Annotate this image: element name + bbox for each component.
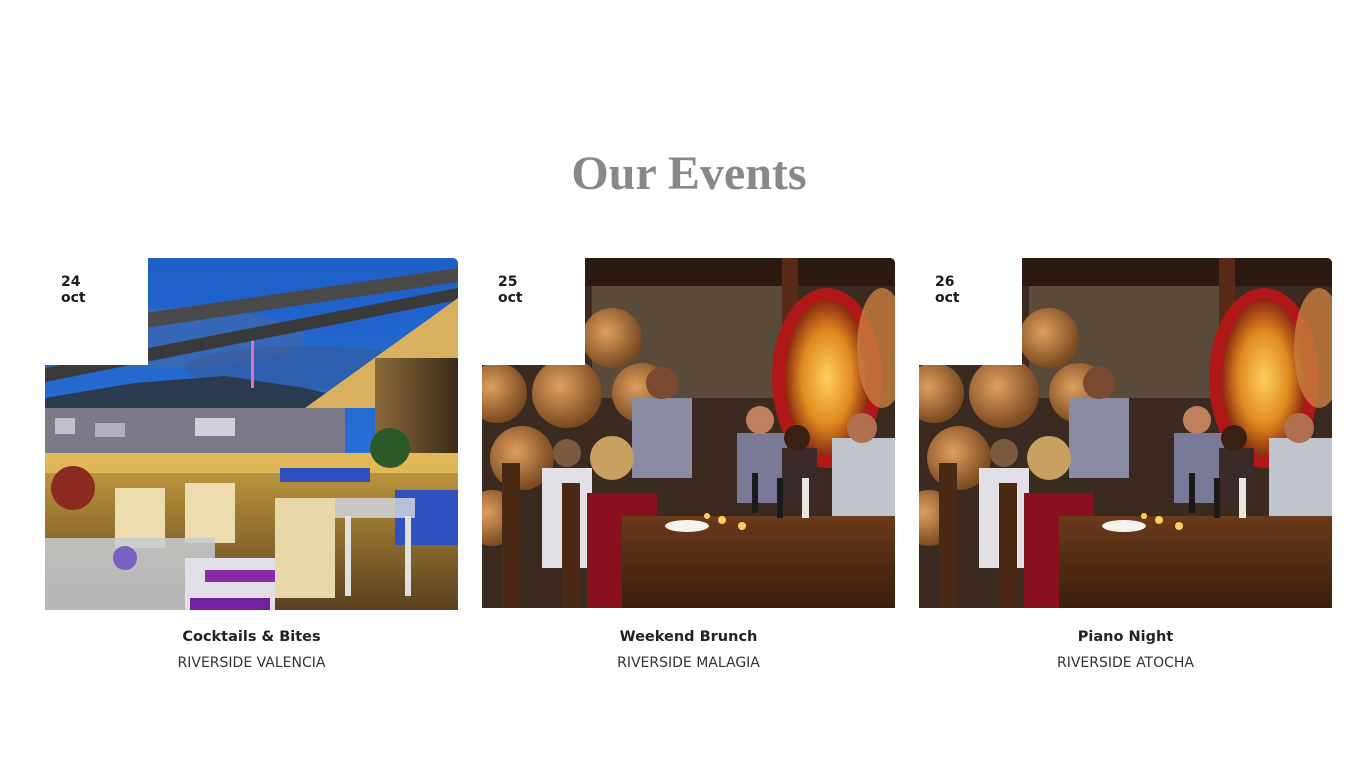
event-card[interactable]: 26 oct Piano Night RIVERSIDE ATOCHA	[919, 258, 1332, 688]
date-day: 26	[935, 274, 955, 290]
date-month: oct	[498, 290, 523, 306]
event-title[interactable]: Cocktails & Bites	[45, 627, 458, 647]
date-month: oct	[935, 290, 960, 306]
event-venue: RIVERSIDE ATOCHA	[1056, 655, 1195, 671]
date-badge: 24 oct	[45, 258, 148, 365]
date-day: 24	[61, 274, 81, 290]
event-title[interactable]: Weekend Brunch	[482, 627, 895, 647]
event-card[interactable]: 25 oct Weekend Brunch RIVERSIDE MALAGIA	[482, 258, 895, 688]
event-venue: RIVERSIDE MALAGIA	[617, 655, 760, 671]
date-badge: 25 oct	[482, 258, 585, 365]
event-title[interactable]: Piano Night	[919, 627, 1332, 647]
date-month: oct	[61, 290, 86, 306]
event-card[interactable]: 24 oct Cocktails & Bites RIVERSIDE VALEN…	[45, 258, 458, 688]
section-title: Our Events	[571, 147, 807, 200]
date-day: 25	[498, 274, 518, 290]
date-badge: 26 oct	[919, 258, 1022, 365]
event-venue: RIVERSIDE VALENCIA	[177, 655, 326, 671]
